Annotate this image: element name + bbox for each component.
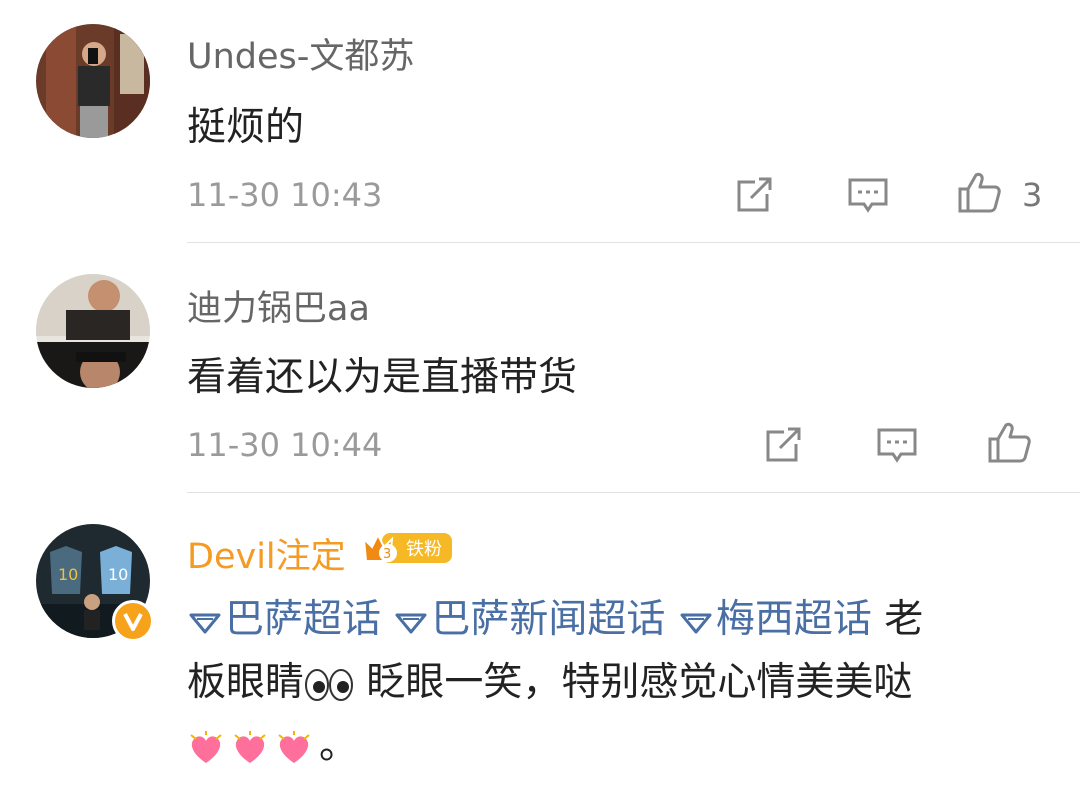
- thumbs-up-icon[interactable]: [986, 419, 1032, 465]
- comment-text-part: 板眼睛: [187, 660, 305, 705]
- topic-link[interactable]: 梅西超话: [678, 597, 872, 642]
- share-icon[interactable]: [731, 172, 777, 218]
- eyes-emoji: [305, 668, 354, 701]
- comment-icon[interactable]: [845, 172, 891, 218]
- comment-icon[interactable]: [874, 422, 920, 468]
- comment-text-part: 。: [319, 723, 359, 768]
- diamond-topic-icon: [395, 613, 427, 633]
- username[interactable]: Devil注定: [187, 528, 346, 579]
- avatar[interactable]: [36, 274, 150, 388]
- comment-text-part: 眨眼一笑，特别感觉心情美美哒: [354, 660, 913, 705]
- diamond-topic-icon: [680, 613, 712, 633]
- username[interactable]: Undes-文都苏: [187, 28, 414, 79]
- thumbs-up-icon[interactable]: [956, 169, 1002, 215]
- divider: [187, 242, 1080, 243]
- verified-v-icon: [112, 600, 154, 642]
- topic-link[interactable]: 巴萨超话: [187, 597, 381, 642]
- diamond-topic-icon: [189, 613, 221, 633]
- fan-badge[interactable]: 3 铁粉: [362, 527, 454, 567]
- topic-link[interactable]: 巴萨新闻超话: [393, 597, 665, 642]
- comment-text: 巴萨超话 巴萨新闻超话 梅西超话 老 板眼睛 眨眼一笑，特别感觉心情美美哒 。: [187, 588, 1057, 777]
- badge-label: 铁粉: [406, 539, 442, 560]
- heart-emoji: [190, 730, 222, 763]
- share-icon[interactable]: [760, 422, 806, 468]
- like-count: 3: [1022, 176, 1043, 214]
- avatar[interactable]: [36, 24, 150, 138]
- comment-text: 挺烦的: [187, 105, 305, 150]
- timestamp: 11-30 10:43: [187, 176, 383, 214]
- comment-text: 看着还以为是直播带货: [187, 355, 578, 400]
- divider: [187, 492, 1080, 493]
- badge-level: 3: [383, 547, 391, 562]
- heart-emoji: [278, 730, 310, 763]
- comment-text-part: 老: [884, 597, 924, 642]
- svg-text:10: 10: [58, 565, 78, 584]
- heart-emoji: [234, 730, 266, 763]
- timestamp: 11-30 10:44: [187, 426, 383, 464]
- svg-text:10: 10: [108, 565, 128, 584]
- username[interactable]: 迪力锅巴aa: [187, 280, 370, 331]
